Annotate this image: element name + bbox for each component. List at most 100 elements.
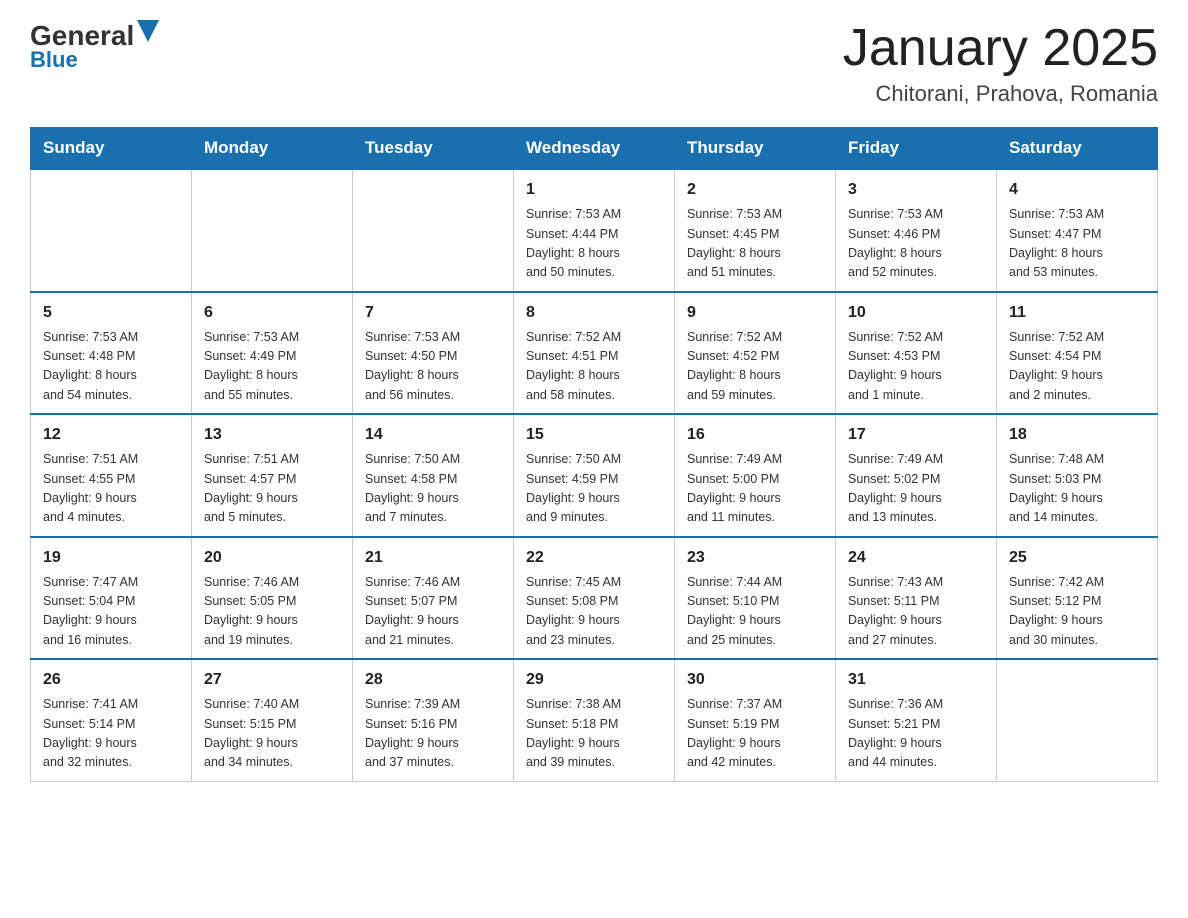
table-row: 1 Sunrise: 7:53 AM Sunset: 4:44 PM Daylig… xyxy=(514,169,675,292)
day-info: Sunrise: 7:53 AM Sunset: 4:49 PM Dayligh… xyxy=(204,328,340,406)
table-row: 24Sunrise: 7:43 AM Sunset: 5:11 PM Dayli… xyxy=(836,537,997,660)
day-info: Sunrise: 7:41 AM Sunset: 5:14 PM Dayligh… xyxy=(43,695,179,773)
day-number: 28 xyxy=(365,668,501,692)
col-wednesday: Wednesday xyxy=(514,128,675,170)
table-row: 17 Sunrise: 7:49 AM Sunset: 5:02 PM Dayli… xyxy=(836,414,997,537)
table-row: 14 Sunrise: 7:50 AM Sunset: 4:58 PM Dayli… xyxy=(353,414,514,537)
calendar-week-row: 26 Sunrise: 7:41 AM Sunset: 5:14 PM Dayli… xyxy=(31,659,1158,781)
calendar-week-row: 19Sunrise: 7:47 AM Sunset: 5:04 PM Dayli… xyxy=(31,537,1158,660)
table-row xyxy=(192,169,353,292)
title-block: January 2025 Chitorani, Prahova, Romania xyxy=(843,20,1158,107)
day-info: Sunrise: 7:52 AM Sunset: 4:51 PM Dayligh… xyxy=(526,328,662,406)
table-row: 29 Sunrise: 7:38 AM Sunset: 5:18 PM Dayli… xyxy=(514,659,675,781)
calendar-title: January 2025 xyxy=(843,20,1158,77)
day-number: 30 xyxy=(687,668,823,692)
table-row: 23Sunrise: 7:44 AM Sunset: 5:10 PM Dayli… xyxy=(675,537,836,660)
day-info: Sunrise: 7:52 AM Sunset: 4:53 PM Dayligh… xyxy=(848,328,984,406)
day-info: Sunrise: 7:45 AM Sunset: 5:08 PM Dayligh… xyxy=(526,573,662,651)
table-row: 28 Sunrise: 7:39 AM Sunset: 5:16 PM Dayli… xyxy=(353,659,514,781)
day-number: 4 xyxy=(1009,178,1145,202)
day-number: 27 xyxy=(204,668,340,692)
col-friday: Friday xyxy=(836,128,997,170)
table-row: 7 Sunrise: 7:53 AM Sunset: 4:50 PM Daylig… xyxy=(353,292,514,415)
day-number: 18 xyxy=(1009,423,1145,447)
logo-text-general: General xyxy=(30,22,134,50)
day-number: 31 xyxy=(848,668,984,692)
day-number: 7 xyxy=(365,301,501,325)
day-info: Sunrise: 7:49 AM Sunset: 5:02 PM Dayligh… xyxy=(848,450,984,528)
day-info: Sunrise: 7:53 AM Sunset: 4:50 PM Dayligh… xyxy=(365,328,501,406)
day-number: 29 xyxy=(526,668,662,692)
day-number: 9 xyxy=(687,301,823,325)
col-sunday: Sunday xyxy=(31,128,192,170)
table-row: 6 Sunrise: 7:53 AM Sunset: 4:49 PM Daylig… xyxy=(192,292,353,415)
day-info: Sunrise: 7:50 AM Sunset: 4:59 PM Dayligh… xyxy=(526,450,662,528)
day-number: 3 xyxy=(848,178,984,202)
day-info: Sunrise: 7:53 AM Sunset: 4:46 PM Dayligh… xyxy=(848,205,984,283)
day-info: Sunrise: 7:44 AM Sunset: 5:10 PM Dayligh… xyxy=(687,573,823,651)
table-row: 11 Sunrise: 7:52 AM Sunset: 4:54 PM Dayli… xyxy=(997,292,1158,415)
day-info: Sunrise: 7:53 AM Sunset: 4:45 PM Dayligh… xyxy=(687,205,823,283)
day-number: 8 xyxy=(526,301,662,325)
day-number: 22 xyxy=(526,546,662,570)
day-info: Sunrise: 7:51 AM Sunset: 4:55 PM Dayligh… xyxy=(43,450,179,528)
table-row: 15 Sunrise: 7:50 AM Sunset: 4:59 PM Dayli… xyxy=(514,414,675,537)
day-number: 5 xyxy=(43,301,179,325)
day-number: 6 xyxy=(204,301,340,325)
table-row xyxy=(31,169,192,292)
logo: General Blue xyxy=(30,20,159,73)
table-row: 5 Sunrise: 7:53 AM Sunset: 4:48 PM Daylig… xyxy=(31,292,192,415)
day-number: 16 xyxy=(687,423,823,447)
table-row: 13Sunrise: 7:51 AM Sunset: 4:57 PM Dayli… xyxy=(192,414,353,537)
day-info: Sunrise: 7:38 AM Sunset: 5:18 PM Dayligh… xyxy=(526,695,662,773)
day-number: 15 xyxy=(526,423,662,447)
table-row: 20Sunrise: 7:46 AM Sunset: 5:05 PM Dayli… xyxy=(192,537,353,660)
header-row: Sunday Monday Tuesday Wednesday Thursday… xyxy=(31,128,1158,170)
calendar-body: 1 Sunrise: 7:53 AM Sunset: 4:44 PM Daylig… xyxy=(31,169,1158,781)
logo-text-blue: Blue xyxy=(30,47,78,73)
table-row: 30 Sunrise: 7:37 AM Sunset: 5:19 PM Dayli… xyxy=(675,659,836,781)
table-row: 2Sunrise: 7:53 AM Sunset: 4:45 PM Daylig… xyxy=(675,169,836,292)
day-number: 1 xyxy=(526,178,662,202)
calendar-subtitle: Chitorani, Prahova, Romania xyxy=(843,81,1158,107)
day-number: 17 xyxy=(848,423,984,447)
table-row: 3 Sunrise: 7:53 AM Sunset: 4:46 PM Daylig… xyxy=(836,169,997,292)
day-info: Sunrise: 7:46 AM Sunset: 5:05 PM Dayligh… xyxy=(204,573,340,651)
col-tuesday: Tuesday xyxy=(353,128,514,170)
day-info: Sunrise: 7:53 AM Sunset: 4:44 PM Dayligh… xyxy=(526,205,662,283)
table-row: 31 Sunrise: 7:36 AM Sunset: 5:21 PM Dayli… xyxy=(836,659,997,781)
calendar-week-row: 1 Sunrise: 7:53 AM Sunset: 4:44 PM Daylig… xyxy=(31,169,1158,292)
col-thursday: Thursday xyxy=(675,128,836,170)
day-number: 19 xyxy=(43,546,179,570)
table-row: 18 Sunrise: 7:48 AM Sunset: 5:03 PM Dayli… xyxy=(997,414,1158,537)
calendar-header: Sunday Monday Tuesday Wednesday Thursday… xyxy=(31,128,1158,170)
table-row: 16Sunrise: 7:49 AM Sunset: 5:00 PM Dayli… xyxy=(675,414,836,537)
day-number: 11 xyxy=(1009,301,1145,325)
table-row: 26 Sunrise: 7:41 AM Sunset: 5:14 PM Dayli… xyxy=(31,659,192,781)
table-row: 22 Sunrise: 7:45 AM Sunset: 5:08 PM Dayli… xyxy=(514,537,675,660)
day-info: Sunrise: 7:50 AM Sunset: 4:58 PM Dayligh… xyxy=(365,450,501,528)
day-info: Sunrise: 7:37 AM Sunset: 5:19 PM Dayligh… xyxy=(687,695,823,773)
table-row: 19Sunrise: 7:47 AM Sunset: 5:04 PM Dayli… xyxy=(31,537,192,660)
day-number: 10 xyxy=(848,301,984,325)
day-number: 13 xyxy=(204,423,340,447)
day-info: Sunrise: 7:36 AM Sunset: 5:21 PM Dayligh… xyxy=(848,695,984,773)
table-row: 8 Sunrise: 7:52 AM Sunset: 4:51 PM Daylig… xyxy=(514,292,675,415)
day-number: 24 xyxy=(848,546,984,570)
day-info: Sunrise: 7:42 AM Sunset: 5:12 PM Dayligh… xyxy=(1009,573,1145,651)
day-number: 26 xyxy=(43,668,179,692)
day-info: Sunrise: 7:48 AM Sunset: 5:03 PM Dayligh… xyxy=(1009,450,1145,528)
day-info: Sunrise: 7:53 AM Sunset: 4:48 PM Dayligh… xyxy=(43,328,179,406)
calendar-table: Sunday Monday Tuesday Wednesday Thursday… xyxy=(30,127,1158,782)
day-number: 14 xyxy=(365,423,501,447)
table-row xyxy=(997,659,1158,781)
logo-triangle-icon xyxy=(137,20,159,42)
day-number: 12 xyxy=(43,423,179,447)
day-number: 21 xyxy=(365,546,501,570)
table-row xyxy=(353,169,514,292)
day-info: Sunrise: 7:39 AM Sunset: 5:16 PM Dayligh… xyxy=(365,695,501,773)
table-row: 9Sunrise: 7:52 AM Sunset: 4:52 PM Daylig… xyxy=(675,292,836,415)
day-info: Sunrise: 7:52 AM Sunset: 4:54 PM Dayligh… xyxy=(1009,328,1145,406)
table-row: 12 Sunrise: 7:51 AM Sunset: 4:55 PM Dayli… xyxy=(31,414,192,537)
day-info: Sunrise: 7:46 AM Sunset: 5:07 PM Dayligh… xyxy=(365,573,501,651)
